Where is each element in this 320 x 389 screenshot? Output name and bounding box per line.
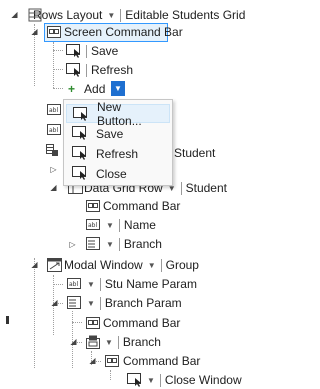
menu-item-save[interactable]: Save [66, 124, 170, 143]
tree-item-close-window[interactable]: ▼ Close Window [127, 371, 242, 389]
tree-item-label: Command Bar [123, 354, 201, 368]
separator [160, 258, 162, 272]
tree-item-branch[interactable]: ▼ Branch [86, 235, 162, 253]
tree-item-label: Branch [122, 335, 161, 349]
tree-item-label: Branch [123, 237, 162, 251]
add-dropdown-button[interactable]: ▼ [111, 81, 125, 96]
tree-item-label: Screen Command Bar [64, 25, 183, 39]
menu-item-label: Save [96, 126, 124, 141]
tree-item-branch[interactable]: ◢ ▼ Branch [69, 333, 161, 351]
text-field-icon: abl [67, 278, 81, 289]
separator [118, 218, 120, 232]
command-bar-icon [47, 26, 61, 38]
tree-item-branch-param[interactable]: ◢ ▼ Branch Param [50, 294, 182, 312]
menu-item-refresh[interactable]: Refresh [66, 144, 170, 163]
tree-item-label: Save [91, 44, 119, 58]
combo-box-icon [67, 296, 81, 309]
dropdown-arrow-icon[interactable]: ▼ [87, 299, 95, 308]
separator [118, 237, 120, 251]
group-icon [86, 335, 100, 349]
tree-item-label: Rows Layout [33, 8, 103, 22]
collapse-arrow-icon[interactable]: ◢ [50, 298, 59, 307]
tree-item-label: Modal Window [64, 258, 143, 272]
tree-item-label: Close Window [164, 373, 242, 387]
tree-item-label: Command Bar [103, 199, 181, 213]
dropdown-arrow-icon[interactable]: ▼ [105, 338, 113, 347]
dropdown-arrow-icon[interactable]: ▼ [106, 221, 114, 230]
separator [117, 335, 119, 349]
margin-marker [6, 316, 9, 324]
binding-dropdown[interactable]: Group [166, 256, 199, 274]
command-bar-icon [105, 355, 119, 367]
tree-item-stu-name-param[interactable]: abl ▼ Stu Name Param [67, 275, 197, 293]
add-label: Add [84, 82, 106, 96]
menu-item-close[interactable]: Close [66, 164, 170, 183]
separator [99, 277, 101, 291]
separator [120, 8, 122, 22]
button-icon [72, 166, 86, 180]
tree-item-command-bar[interactable]: Command Bar [86, 314, 180, 332]
text-field-icon: abl [47, 104, 61, 115]
collapse-arrow-icon[interactable]: ◢ [10, 10, 19, 19]
collapse-arrow-icon[interactable]: ◢ [69, 337, 78, 346]
dropdown-arrow-icon[interactable]: ▼ [106, 240, 114, 249]
rows-layout-icon [28, 8, 42, 22]
dropdown-arrow-icon[interactable]: ▼ [87, 280, 95, 289]
command-bar-icon [86, 317, 100, 329]
tree-item-label: Stu Name Param [104, 277, 197, 291]
binding-dropdown[interactable]: Student [186, 179, 227, 197]
collapse-arrow-icon[interactable]: ◢ [49, 183, 58, 192]
tree-item-label: Command Bar [103, 316, 181, 330]
collapse-arrow-icon[interactable]: ◢ [30, 27, 39, 36]
button-icon [73, 107, 87, 121]
separator [99, 296, 101, 310]
tree-item-modal-window[interactable]: ◢ Modal Window ▼ Group [30, 256, 199, 274]
button-icon [72, 146, 86, 160]
tree-item-rows-layout[interactable]: ◢ Rows Layout ▼ Editable Students Grid [11, 6, 245, 24]
svg-text:abl: abl [49, 107, 58, 114]
separator [180, 181, 182, 195]
dropdown-arrow-icon[interactable]: ▼ [107, 11, 115, 20]
tree-item-label: Refresh [91, 63, 134, 77]
menu-item-new-button[interactable]: New Button... [66, 100, 170, 128]
separator [86, 44, 87, 58]
modal-window-icon [47, 258, 62, 272]
collapse-arrow-icon[interactable]: ◢ [30, 260, 39, 269]
student-label: Student [174, 146, 216, 160]
button-icon [72, 126, 86, 140]
expand-arrow-icon[interactable]: ▷ [68, 240, 77, 249]
dropdown-arrow-icon[interactable]: ▼ [147, 376, 155, 385]
button-icon [66, 63, 80, 77]
add-button[interactable]: + Add [68, 80, 105, 98]
expand-arrow-icon[interactable]: ▷ [49, 165, 58, 174]
collapse-arrow-icon[interactable]: ◢ [88, 356, 97, 365]
text-field-icon: abl [86, 219, 100, 230]
tree-item-command-bar[interactable]: ◢ Command Bar [88, 352, 200, 370]
menu-item-label: Refresh [96, 146, 139, 161]
separator [159, 373, 161, 387]
add-context-menu: New Button... Save Refresh Close [63, 99, 173, 186]
tree-item-name[interactable]: abl ▼ Name [86, 216, 156, 234]
dropdown-arrow-icon[interactable]: ▼ [148, 261, 156, 270]
tree-item-screen-command-bar[interactable]: ◢ Screen Command Bar [30, 23, 183, 41]
text-field-icon: abl [47, 124, 61, 135]
plus-icon: + [68, 82, 76, 96]
svg-text:abl: abl [49, 127, 58, 134]
tree-item-command-bar[interactable]: Command Bar [86, 197, 180, 215]
binding-dropdown[interactable]: Editable Students Grid [125, 6, 245, 24]
tree-item-save[interactable]: Save [66, 42, 118, 60]
command-bar-icon [86, 200, 100, 212]
tree-item-label: Branch Param [104, 296, 182, 310]
button-icon [66, 44, 80, 58]
separator [86, 63, 87, 77]
tree-item-refresh[interactable]: Refresh [66, 61, 133, 79]
svg-text:abl: abl [88, 222, 97, 229]
button-icon [127, 373, 141, 387]
menu-item-label: Close [96, 166, 127, 181]
data-grid-icon [46, 144, 58, 156]
combo-box-icon [86, 237, 100, 250]
tree-item-label: Name [123, 218, 156, 232]
svg-text:abl: abl [69, 281, 78, 288]
